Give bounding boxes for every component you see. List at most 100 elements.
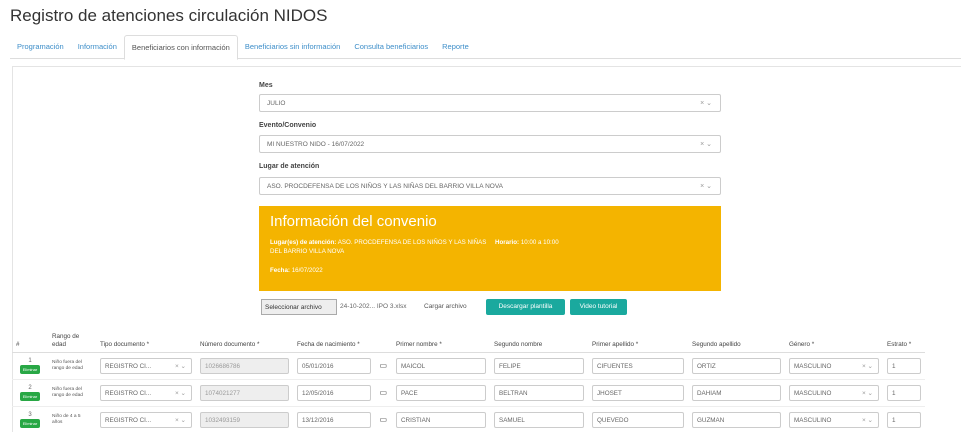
- genero-value: MASCULINO: [794, 362, 832, 370]
- chevron-down-icon[interactable]: ⌄: [868, 417, 873, 424]
- clear-icon[interactable]: ×: [862, 390, 866, 397]
- select-file-button[interactable]: Seleccionar archivo: [261, 299, 337, 315]
- segundo-nombre-field[interactable]: FELIPE: [494, 357, 584, 374]
- col-number: #: [12, 324, 48, 353]
- tab-consulta-beneficiarios[interactable]: Consulta beneficiarios: [347, 35, 435, 58]
- lugar-select[interactable]: ASO. PROCDEFENSA DE LOS NIÑOS Y LAS NIÑA…: [259, 177, 721, 195]
- tipo-documento-value: REGISTRO CI...: [105, 389, 152, 397]
- clear-icon[interactable]: ×: [700, 100, 704, 107]
- primer-nombre-field[interactable]: PACE: [396, 384, 486, 401]
- tab-programacion[interactable]: Programación: [10, 35, 71, 58]
- tipo-documento-select[interactable]: REGISTRO CI... × ⌄: [100, 411, 192, 428]
- numero-documento-field[interactable]: 1074021277: [200, 384, 289, 401]
- chevron-down-icon[interactable]: ⌄: [706, 183, 712, 190]
- col-primer-nombre: Primer nombre *: [392, 324, 490, 353]
- convenio-lugar: Lugar(es) de atención: ASO. PROCDEFENSA …: [270, 238, 495, 256]
- convenio-fecha-value: 16/07/2022: [291, 267, 323, 274]
- segundo-nombre-field[interactable]: BELTRAN: [494, 384, 584, 401]
- clear-icon[interactable]: ×: [700, 183, 704, 190]
- evento-select[interactable]: MI NUESTRO NIDO - 16/07/2022 × ⌄: [259, 135, 721, 153]
- mes-label: Mes: [259, 82, 273, 89]
- genero-select[interactable]: MASCULINO × ⌄: [789, 357, 879, 374]
- fecha-nacimiento-field[interactable]: 13/12/2016 ▭: [297, 411, 387, 428]
- table-header-row: # Rango de edad Tipo documento * Número …: [12, 324, 925, 353]
- estrato-field[interactable]: 1: [887, 411, 921, 428]
- mes-select[interactable]: JULIO × ⌄: [259, 94, 721, 112]
- row-number: 2: [28, 384, 32, 391]
- rango-edad: Niño fuera del rango de edad: [48, 352, 96, 380]
- row-number: 3: [28, 411, 32, 418]
- estrato-field[interactable]: 1: [887, 357, 921, 374]
- tab-informacion[interactable]: Información: [71, 35, 124, 58]
- convenio-fecha-label: Fecha:: [270, 267, 290, 274]
- delete-badge[interactable]: Eliminar: [19, 391, 41, 401]
- genero-select[interactable]: MASCULINO × ⌄: [789, 411, 879, 428]
- col-primer-apellido: Primer apellido *: [588, 324, 688, 353]
- primer-apellido-field[interactable]: JHOSET: [592, 384, 684, 401]
- tipo-documento-select[interactable]: REGISTRO CI... × ⌄: [100, 384, 192, 401]
- fecha-value: 12/05/2016: [302, 389, 334, 397]
- numero-documento-field[interactable]: 1026686786: [200, 357, 289, 374]
- numero-documento-field[interactable]: 1032493159: [200, 411, 289, 428]
- col-estrato: Estrato *: [883, 324, 925, 353]
- video-tutorial-button[interactable]: Video tutorial: [570, 299, 627, 315]
- chevron-down-icon[interactable]: ⌄: [181, 417, 186, 424]
- primer-apellido-field[interactable]: QUEVEDO: [592, 411, 684, 428]
- calendar-icon[interactable]: ▭: [379, 388, 387, 397]
- col-rango-edad: Rango de edad: [48, 324, 96, 353]
- chevron-down-icon[interactable]: ⌄: [706, 100, 712, 107]
- tipo-documento-value: REGISTRO CI...: [105, 362, 152, 370]
- page-title: Registro de atenciones circulación NIDOS: [10, 6, 328, 25]
- table-row: 2 Eliminar Niño fuera del rango de edad R…: [12, 379, 925, 407]
- segundo-apellido-field[interactable]: DAHIAM: [692, 384, 781, 401]
- col-numero-documento: Número documento *: [196, 324, 293, 353]
- evento-label: Evento/Convenio: [259, 122, 317, 129]
- delete-badge[interactable]: Eliminar: [19, 418, 41, 428]
- segundo-apellido-field[interactable]: GUZMAN: [692, 411, 781, 428]
- clear-icon[interactable]: ×: [175, 363, 179, 370]
- calendar-icon[interactable]: ▭: [379, 415, 387, 424]
- tab-reporte[interactable]: Reporte: [435, 35, 476, 58]
- tipo-documento-select[interactable]: REGISTRO CI... × ⌄: [100, 357, 192, 374]
- chevron-down-icon[interactable]: ⌄: [868, 363, 873, 370]
- chevron-down-icon[interactable]: ⌄: [181, 363, 186, 370]
- col-segundo-apellido: Segundo apellido: [688, 324, 785, 353]
- rango-edad: Niño fuera del rango de edad: [48, 379, 96, 407]
- clear-icon[interactable]: ×: [175, 417, 179, 424]
- col-fecha-nacimiento: Fecha de nacimiento *: [293, 324, 392, 353]
- fecha-nacimiento-field[interactable]: 05/01/2016 ▭: [297, 357, 387, 374]
- convenio-horario-value: 10:00 a 10:00: [520, 239, 559, 246]
- clear-icon[interactable]: ×: [175, 390, 179, 397]
- fecha-value: 13/12/2016: [302, 416, 334, 424]
- genero-select[interactable]: MASCULINO × ⌄: [789, 384, 879, 401]
- primer-nombre-field[interactable]: MAICOL: [396, 357, 486, 374]
- rango-edad: Niño de 4 a 5 años: [48, 406, 96, 432]
- page: Registro de atenciones circulación NIDOS…: [0, 0, 961, 432]
- chevron-down-icon[interactable]: ⌄: [706, 141, 712, 148]
- primer-apellido-field[interactable]: CIFUENTES: [592, 357, 684, 374]
- convenio-fecha: Fecha: 16/07/2022: [270, 266, 323, 275]
- estrato-field[interactable]: 1: [887, 384, 921, 401]
- clear-icon[interactable]: ×: [700, 141, 704, 148]
- segundo-apellido-field[interactable]: ORTIZ: [692, 357, 781, 374]
- clear-icon[interactable]: ×: [862, 363, 866, 370]
- fecha-nacimiento-field[interactable]: 12/05/2016 ▭: [297, 384, 387, 401]
- delete-badge[interactable]: Eliminar: [19, 364, 41, 374]
- convenio-title: Información del convenio: [270, 213, 437, 230]
- download-template-button[interactable]: Descargar plantilla: [486, 299, 565, 315]
- chevron-down-icon[interactable]: ⌄: [181, 390, 186, 397]
- selected-file-name: 24-10-202... IPO 3.xlsx: [340, 303, 407, 310]
- primer-nombre-field[interactable]: CRISTIAN: [396, 411, 486, 428]
- table-row: 1 Eliminar Niño fuera del rango de edad R…: [12, 352, 925, 380]
- chevron-down-icon[interactable]: ⌄: [868, 390, 873, 397]
- tab-beneficiarios-con-informacion[interactable]: Beneficiarios con información: [123, 35, 238, 60]
- convenio-horario-label: Horario:: [495, 239, 520, 246]
- genero-value: MASCULINO: [794, 416, 832, 424]
- clear-icon[interactable]: ×: [862, 417, 866, 424]
- tipo-documento-value: REGISTRO CI...: [105, 416, 152, 424]
- lugar-label: Lugar de atención: [259, 163, 320, 170]
- segundo-nombre-field[interactable]: SAMUEL: [494, 411, 584, 428]
- load-file-button[interactable]: Cargar archivo: [424, 299, 481, 315]
- calendar-icon[interactable]: ▭: [379, 361, 387, 370]
- tab-beneficiarios-sin-informacion[interactable]: Beneficiarios sin información: [238, 35, 347, 58]
